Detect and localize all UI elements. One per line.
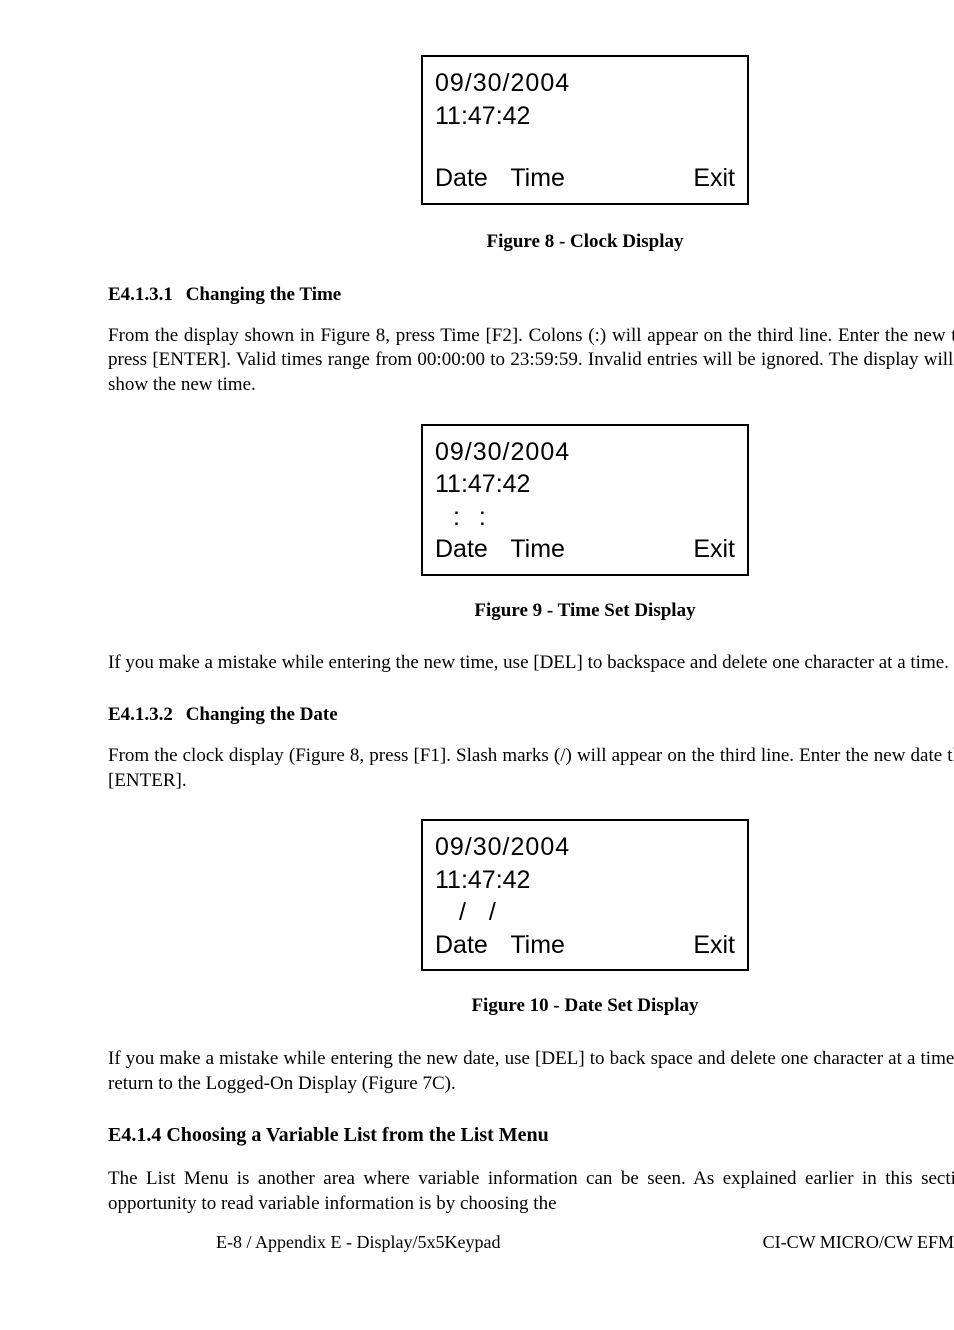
time-entry-placeholder[interactable]: : : [435, 501, 735, 534]
figure9-caption: Figure 9 - Time Set Display [108, 598, 954, 624]
display-menu-row: Date Time Exit [435, 929, 735, 962]
heading-number: E4.1.3.2 [108, 704, 173, 725]
softkey-time[interactable]: Time [510, 931, 565, 959]
heading-e4132: E4.1.3.2 Changing the Date [108, 702, 954, 728]
page-footer: E-8 / Appendix E - Display/5x5Keypad CI-… [216, 1230, 954, 1254]
display-menu-row: Date Time Exit [435, 533, 735, 566]
display-time: 11:47:42 [435, 468, 735, 501]
softkey-exit[interactable]: Exit [693, 533, 735, 566]
softkey-date[interactable]: Date [435, 535, 488, 563]
para-e414: The List Menu is another area where vari… [108, 1167, 954, 1216]
clock-display-fig8: 09/30/2004 11:47:42 Date Time Exit [421, 55, 749, 205]
softkey-time[interactable]: Time [510, 535, 565, 563]
display-date: 09/30/2004 [435, 67, 735, 100]
display-time: 11:47:42 [435, 864, 735, 897]
softkey-time[interactable]: Time [510, 164, 565, 192]
heading-title: Choosing a Variable List from the List M… [166, 1124, 548, 1146]
heading-title: Changing the Time [186, 284, 342, 305]
heading-e4131: E4.1.3.1 Changing the Time [108, 282, 954, 308]
softkey-exit[interactable]: Exit [693, 929, 735, 962]
display-date: 09/30/2004 [435, 436, 735, 469]
footer-right: CI-CW MICRO/CW EFM [763, 1230, 954, 1254]
softkey-exit[interactable]: Exit [693, 162, 735, 195]
date-set-display-fig10: 09/30/2004 11:47:42 / / Date Time Exit [421, 819, 749, 971]
para-after-fig10: If you make a mistake while entering the… [108, 1047, 954, 1096]
para-e4132: From the clock display (Figure 8, press … [108, 744, 954, 793]
softkey-date[interactable]: Date [435, 164, 488, 192]
date-entry-placeholder[interactable]: / / [435, 896, 735, 929]
figure10-caption: Figure 10 - Date Set Display [108, 993, 954, 1019]
display-menu-row: Date Time Exit [435, 162, 735, 195]
para-after-fig9: If you make a mistake while entering the… [108, 651, 954, 676]
heading-number: E4.1.4 [108, 1124, 161, 1146]
softkey-date[interactable]: Date [435, 931, 488, 959]
figure8-caption: Figure 8 - Clock Display [108, 229, 954, 255]
para-e4131: From the display shown in Figure 8, pres… [108, 324, 954, 398]
heading-e414: E4.1.4 Choosing a Variable List from the… [108, 1122, 954, 1149]
heading-number: E4.1.3.1 [108, 284, 173, 305]
display-blank-line [435, 132, 735, 162]
time-set-display-fig9: 09/30/2004 11:47:42 : : Date Time Exit [421, 424, 749, 576]
heading-title: Changing the Date [186, 704, 338, 725]
display-time: 11:47:42 [435, 100, 735, 133]
footer-left: E-8 / Appendix E - Display/5x5Keypad [216, 1230, 500, 1254]
display-date: 09/30/2004 [435, 831, 735, 864]
